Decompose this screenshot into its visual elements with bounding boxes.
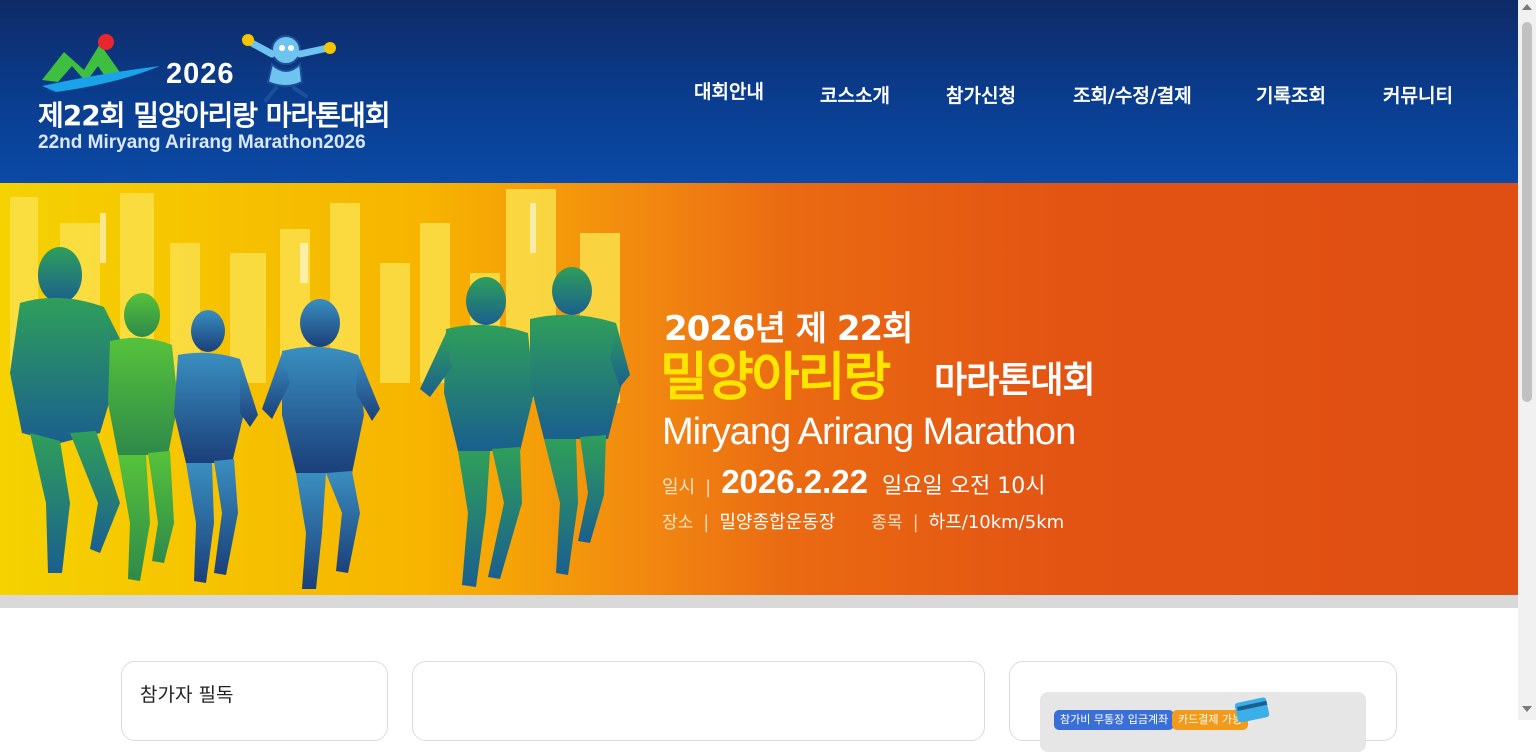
event-type-label: 종목 [871,513,903,533]
main-content-card [412,661,985,741]
event-types: 하프/10km/5km [928,512,1065,533]
nav-item-lookup[interactable]: 조회/수정/결제 [1073,81,1192,108]
banner-date-row: 일시 | 2026.2.22 일요일 오전 10시 [662,463,1045,501]
payment-banner-image[interactable]: 참가비 무통장 입금계좌 카드결제 가능 [1040,692,1366,752]
notice-card-title: 참가자 필독 [140,684,234,706]
banner-english-title: Miryang Arirang Marathon [662,411,1076,453]
nav-item-records[interactable]: 기록조회 [1256,81,1326,108]
banner-title-highlight: 밀양아리랑 [660,348,891,408]
nav-item-community[interactable]: 커뮤니티 [1383,81,1453,108]
credit-card-icon [1234,697,1270,722]
divider: | [703,512,710,533]
nav-item-about[interactable]: 대회안내 [694,77,764,104]
place-label: 장소 [662,513,694,533]
hero-banner[interactable]: 2026년 제 22회 밀양아리랑 마라톤대회 Miryang Arirang … [0,183,1518,595]
nav-item-course[interactable]: 코스소개 [820,81,890,108]
logo-subtitle: 22nd Miryang Arirang Marathon2026 [38,132,366,153]
payment-card[interactable]: 참가비 무통장 입금계좌 카드결제 가능 [1009,661,1397,752]
banner-bottom-stripe [0,595,1518,608]
event-date: 2026.2.22 [721,463,869,500]
notice-card[interactable]: 참가자 필독 [121,661,388,741]
main-nav: 대회안내 코스소개 참가신청 조회/수정/결제 기록조회 커뮤니티 [0,79,1518,109]
banner-info-row: 장소 | 밀양종합운동장 종목 | 하프/10km/5km [662,508,1064,534]
divider: | [912,512,919,533]
bank-transfer-pill: 참가비 무통장 입금계좌 [1054,710,1175,730]
scroll-up-arrow-icon[interactable] [1522,4,1532,10]
scroll-down-arrow-icon[interactable] [1522,706,1532,712]
page-scrollbar[interactable] [1518,0,1536,720]
scrollbar-thumb[interactable] [1522,22,1532,402]
banner-title-rest: 마라톤대회 [934,360,1096,401]
date-label: 일시 [662,477,696,498]
site-header: 2026 제22회 밀양아리랑 마라톤대회 22nd Miryang Arira… [0,0,1518,183]
event-time: 일요일 오전 10시 [882,474,1046,499]
runners-illustration [10,247,630,589]
event-place: 밀양종합운동장 [719,512,836,533]
divider: | [705,477,712,498]
nav-item-register[interactable]: 참가신청 [946,81,1016,108]
